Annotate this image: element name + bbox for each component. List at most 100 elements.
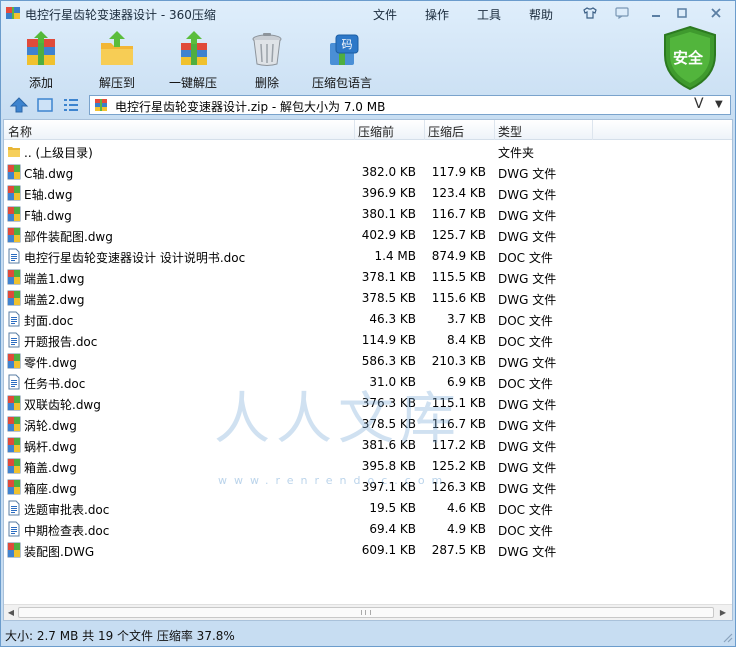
- feedback-icon[interactable]: [611, 4, 633, 21]
- column-divider[interactable]: [354, 120, 355, 140]
- svg-text:码: 码: [342, 38, 353, 51]
- table-row[interactable]: 箱座.dwg 397.1 KB 126.3 KB DWG 文件: [4, 477, 732, 498]
- table-row[interactable]: .. (上级目录) 文件夹: [4, 141, 732, 162]
- delete-label: 删除: [254, 76, 279, 90]
- file-size: 376.3 KB: [361, 396, 416, 410]
- dwg-icon: [7, 416, 21, 432]
- table-row[interactable]: C轴.dwg 382.0 KB 117.9 KB DWG 文件: [4, 162, 732, 183]
- address-field[interactable]: 电控行星齿轮变速器设计.zip - 解包大小为 7.0 MB V ▼: [89, 95, 731, 115]
- up-arrow-icon[interactable]: [9, 96, 29, 114]
- column-divider[interactable]: [592, 120, 593, 140]
- file-packed-size: 210.3 KB: [431, 354, 486, 368]
- file-type: 文件夹: [498, 146, 535, 160]
- file-size: 382.0 KB: [361, 165, 416, 179]
- menu-operation[interactable]: 操作: [425, 6, 449, 23]
- file-packed-size: 123.4 KB: [431, 186, 486, 200]
- scroll-right-icon[interactable]: ▶: [717, 607, 729, 619]
- file-size: 381.6 KB: [361, 438, 416, 452]
- file-type: DWG 文件: [498, 188, 557, 202]
- one-click-extract-button[interactable]: 一键解压: [161, 31, 225, 90]
- file-name: 箱座.dwg: [24, 482, 77, 496]
- dwg-icon: [7, 227, 21, 243]
- column-divider[interactable]: [494, 120, 495, 140]
- file-name: E轴.dwg: [24, 188, 73, 202]
- extract-to-button[interactable]: 解压到: [85, 31, 149, 90]
- scrollbar-thumb[interactable]: [18, 607, 714, 618]
- file-name: 箱盖.dwg: [24, 461, 77, 475]
- zip-file-icon: [95, 99, 107, 111]
- scroll-left-icon[interactable]: ◀: [5, 607, 17, 619]
- folder-icon: [7, 143, 21, 159]
- menu-tools[interactable]: 工具: [477, 6, 501, 23]
- file-type: DWG 文件: [498, 272, 557, 286]
- one-click-extract-label: 一键解压: [168, 76, 217, 90]
- file-name: 蜗杆.dwg: [24, 440, 77, 454]
- column-divider[interactable]: [424, 120, 425, 140]
- dwg-icon: [7, 164, 21, 180]
- file-name: C轴.dwg: [24, 167, 74, 181]
- archive-app-icon: [6, 7, 20, 19]
- column-packed[interactable]: 压缩后: [428, 123, 464, 140]
- chevron-down-icon[interactable]: ▼: [715, 99, 723, 110]
- address-path: 电控行星齿轮变速器设计.zip - 解包大小为 7.0 MB: [115, 100, 386, 114]
- dwg-icon: [7, 437, 21, 453]
- minimize-icon[interactable]: [645, 4, 667, 21]
- table-row[interactable]: 零件.dwg 586.3 KB 210.3 KB DWG 文件: [4, 351, 732, 372]
- column-type[interactable]: 类型: [498, 123, 522, 140]
- table-row[interactable]: 双联齿轮.dwg 376.3 KB 115.1 KB DWG 文件: [4, 393, 732, 414]
- close-icon[interactable]: [705, 4, 727, 21]
- table-row[interactable]: 涡轮.dwg 378.5 KB 116.7 KB DWG 文件: [4, 414, 732, 435]
- dwg-icon: [7, 542, 21, 558]
- file-size: 586.3 KB: [361, 354, 416, 368]
- table-row[interactable]: 选题审批表.doc 19.5 KB 4.6 KB DOC 文件: [4, 498, 732, 519]
- thumbnail-view-icon[interactable]: [35, 96, 55, 114]
- table-row[interactable]: E轴.dwg 396.9 KB 123.4 KB DWG 文件: [4, 183, 732, 204]
- file-type: DWG 文件: [498, 419, 557, 433]
- skin-shirt-icon[interactable]: [579, 4, 601, 21]
- table-row[interactable]: 蜗杆.dwg 381.6 KB 117.2 KB DWG 文件: [4, 435, 732, 456]
- table-row[interactable]: 中期检查表.doc 69.4 KB 4.9 KB DOC 文件: [4, 519, 732, 540]
- column-name[interactable]: 名称: [8, 123, 32, 140]
- table-row[interactable]: 端盖1.dwg 378.1 KB 115.5 KB DWG 文件: [4, 267, 732, 288]
- table-row[interactable]: F轴.dwg 380.1 KB 116.7 KB DWG 文件: [4, 204, 732, 225]
- security-shield-button[interactable]: 安全: [661, 25, 719, 91]
- code-archive-icon: 码: [330, 34, 359, 65]
- table-row[interactable]: 任务书.doc 31.0 KB 6.9 KB DOC 文件: [4, 372, 732, 393]
- list-view-icon[interactable]: [61, 96, 81, 114]
- horizontal-scrollbar[interactable]: ◀ ▶: [4, 604, 732, 620]
- archive-language-button[interactable]: 码 压缩包语言: [309, 31, 375, 90]
- extract-folder-icon: [101, 31, 133, 65]
- add-button[interactable]: 添加: [9, 31, 73, 90]
- table-row[interactable]: 电控行星齿轮变速器设计 设计说明书.doc 1.4 MB 874.9 KB DOC 文…: [4, 246, 732, 267]
- file-packed-size: 125.7 KB: [431, 228, 486, 242]
- table-row[interactable]: 端盖2.dwg 378.5 KB 115.6 KB DWG 文件: [4, 288, 732, 309]
- table-row[interactable]: 开题报告.doc 114.9 KB 8.4 KB DOC 文件: [4, 330, 732, 351]
- menu-help[interactable]: 帮助: [529, 6, 553, 23]
- doc-icon: [7, 311, 21, 327]
- doc-icon: [7, 521, 21, 537]
- file-name: 涡轮.dwg: [24, 419, 77, 433]
- file-size: 46.3 KB: [369, 312, 416, 326]
- address-v-label[interactable]: V: [694, 96, 704, 112]
- file-packed-size: 116.7 KB: [431, 417, 486, 431]
- table-row[interactable]: 装配图.DWG 609.1 KB 287.5 KB DWG 文件: [4, 540, 732, 561]
- file-name: 封面.doc: [24, 314, 74, 328]
- table-row[interactable]: 封面.doc 46.3 KB 3.7 KB DOC 文件: [4, 309, 732, 330]
- maximize-icon[interactable]: [671, 4, 693, 21]
- table-row[interactable]: 部件装配图.dwg 402.9 KB 125.7 KB DWG 文件: [4, 225, 732, 246]
- file-size: 609.1 KB: [361, 543, 416, 557]
- file-packed-size: 115.6 KB: [431, 291, 486, 305]
- delete-button[interactable]: 删除: [235, 31, 299, 90]
- dwg-icon: [7, 353, 21, 369]
- resize-grip-icon[interactable]: [721, 631, 733, 643]
- file-type: DOC 文件: [498, 524, 553, 538]
- table-row[interactable]: 箱盖.dwg 395.8 KB 125.2 KB DWG 文件: [4, 456, 732, 477]
- file-size: 1.4 MB: [374, 249, 416, 263]
- file-name: 选题审批表.doc: [24, 503, 110, 517]
- file-size: 31.0 KB: [369, 375, 416, 389]
- file-type: DWG 文件: [498, 545, 557, 559]
- column-size[interactable]: 压缩前: [358, 123, 394, 140]
- menu-file[interactable]: 文件: [373, 6, 397, 23]
- file-type: DOC 文件: [498, 314, 553, 328]
- file-name: 电控行星齿轮变速器设计 设计说明书.doc: [24, 251, 246, 265]
